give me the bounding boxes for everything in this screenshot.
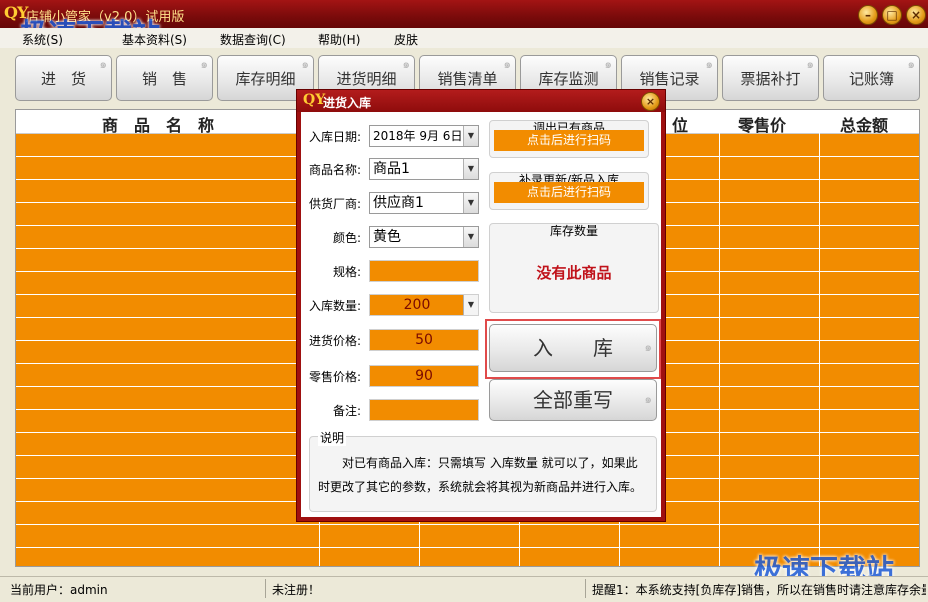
reset-all-button[interactable]: 全部重写 (489, 379, 657, 421)
purchase-price-input[interactable]: 50 (369, 329, 479, 351)
color-combo[interactable]: 黄色 ▼ (369, 226, 479, 248)
label-color: 颜色: (332, 231, 361, 245)
status-tip-area: 提醒1：本系统支持[负库存]销售，所以在销售时请注意库存余量 (590, 577, 926, 601)
stock-in-button[interactable]: 入 库 (489, 324, 657, 372)
menu-bar: 系统(S) 基本资料(S) 数据查询(C) 帮助(H) 皮肤 (0, 28, 928, 49)
product-name-value: 商品1 (373, 161, 410, 177)
color-value: 黄色 (373, 229, 401, 245)
stock-message: 没有此商品 (536, 264, 612, 282)
retail-price-input[interactable]: 90 (369, 365, 479, 387)
stock-quantity-group: 库存数量 没有此商品 (489, 223, 659, 313)
chevron-down-icon[interactable]: ▼ (463, 126, 478, 146)
status-bar: 当前用户：admin 未注册！ 提醒1：本系统支持[负库存]销售，所以在销售时请… (0, 576, 928, 602)
label-product-name: 商品名称: (308, 163, 361, 177)
quantity-combo[interactable]: 200 ▼ (369, 294, 479, 316)
note-input[interactable] (369, 399, 479, 421)
date-value: 2018年 9月 6日, (373, 129, 467, 143)
dialog-title-bar: QY 进货入库 × (297, 90, 665, 112)
chevron-down-icon[interactable]: ▼ (463, 159, 478, 179)
purchase-button[interactable]: 进 货 (15, 55, 112, 101)
scan-new-button[interactable]: 点击后进行扫码 (494, 182, 644, 203)
scan-existing-button[interactable]: 点击后进行扫码 (494, 130, 644, 151)
explanation-box: 说明 对已有商品入库：只需填写 入库数量 就可以了，如果此时更改了其它的参数，系… (309, 429, 657, 512)
stock-quantity-title: 库存数量 (549, 224, 598, 238)
menu-system[interactable]: 系统(S) (22, 31, 63, 48)
quantity-value: 200 (403, 297, 431, 313)
product-name-combo[interactable]: 商品1 ▼ (369, 158, 479, 180)
label-quantity: 入库数量: (308, 299, 361, 313)
maximize-button[interactable]: □ (882, 5, 902, 25)
dialog-logo: QY (303, 92, 326, 108)
new-product-group: 补录更新/新品入库 点击后进行扫码 (489, 172, 649, 210)
menu-skin[interactable]: 皮肤 (394, 31, 418, 48)
existing-product-group: 调出已有商品 点击后进行扫码 (489, 120, 649, 158)
supplier-value: 供应商1 (373, 195, 424, 211)
date-picker[interactable]: 2018年 9月 6日, ▼ (369, 125, 479, 147)
label-supplier: 供货厂商: (308, 197, 361, 211)
dialog-close-button[interactable]: × (641, 92, 660, 111)
col-header-total-amount: 总金额 (840, 116, 889, 135)
chevron-down-icon[interactable]: ▼ (463, 193, 478, 213)
stock-in-dialog: QY 进货入库 × 入库日期: 2018年 9月 6日, ▼ 商品名称: 商品1… (296, 89, 666, 522)
dialog-title: 进货入库 (323, 96, 372, 110)
label-note: 备注: (332, 404, 361, 418)
menu-help[interactable]: 帮助(H) (318, 31, 360, 48)
ledger-button[interactable]: 记账簿 (823, 55, 920, 101)
close-button[interactable]: × (906, 5, 926, 25)
col-header-position: 位 (672, 116, 689, 135)
current-user: 当前用户：admin (10, 583, 108, 597)
status-divider (265, 579, 266, 598)
dialog-body: 入库日期: 2018年 9月 6日, ▼ 商品名称: 商品1 ▼ 供货厂商: 供… (301, 112, 661, 517)
explanation-text: 对已有商品入库：只需填写 入库数量 就可以了，如果此时更改了其它的参数，系统就会… (318, 456, 643, 494)
status-tip: 提醒1：本系统支持[负库存]销售，所以在销售时请注意库存余量 (592, 583, 926, 597)
sales-button[interactable]: 销 售 (116, 55, 213, 101)
explanation-title: 说明 (318, 429, 347, 446)
reprint-receipt-button[interactable]: 票据补打 (722, 55, 819, 101)
supplier-combo[interactable]: 供应商1 ▼ (369, 192, 479, 214)
chevron-down-icon[interactable]: ▼ (463, 227, 478, 247)
registration-status: 未注册！ (272, 583, 321, 597)
col-header-product-name: 商 品 名 称 (102, 116, 215, 135)
status-divider (585, 579, 586, 598)
menu-data-query[interactable]: 数据查询(C) (220, 31, 286, 48)
minimize-button[interactable]: – (858, 5, 878, 25)
label-purchase-price: 进货价格: (308, 334, 361, 348)
col-header-retail-price: 零售价 (738, 116, 787, 135)
label-spec: 规格: (332, 265, 361, 279)
grid-row-line (16, 524, 919, 525)
chevron-down-icon[interactable]: ▼ (463, 295, 478, 315)
label-retail-price: 零售价格: (308, 370, 361, 384)
label-date: 入库日期: (308, 130, 361, 144)
spec-input[interactable] (369, 260, 479, 282)
menu-basic-data[interactable]: 基本资料(S) (122, 31, 187, 48)
